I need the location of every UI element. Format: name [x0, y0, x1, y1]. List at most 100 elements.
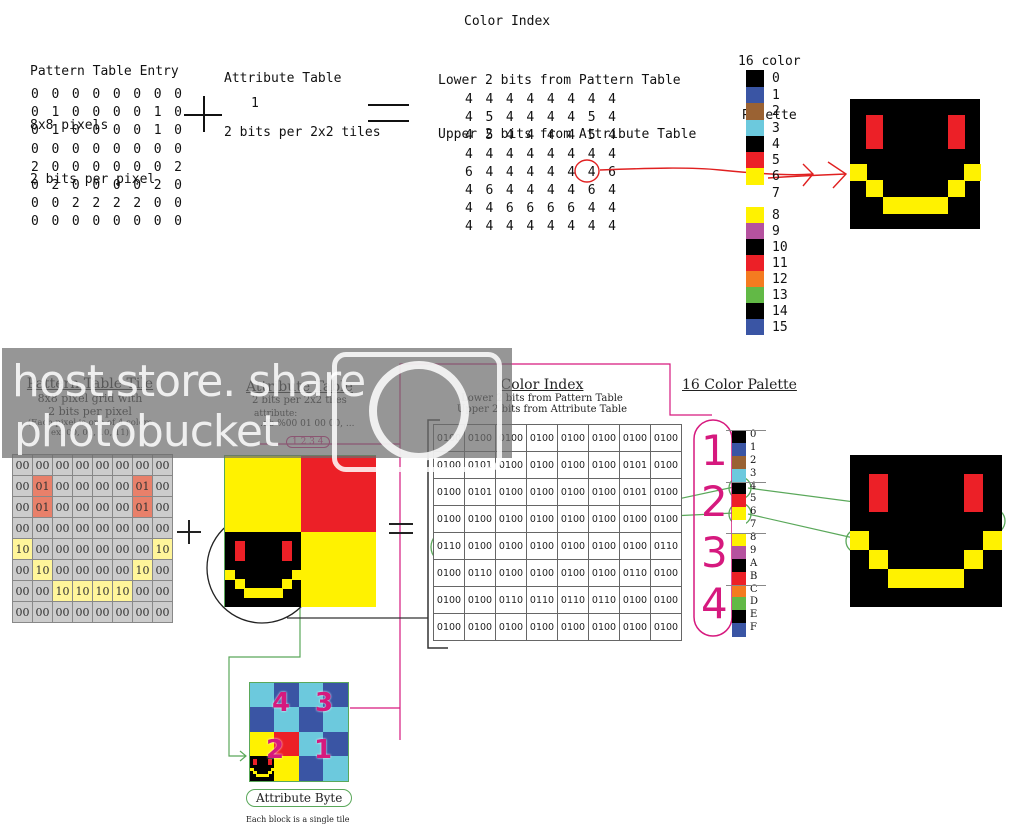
color-index-cell: 0100: [650, 613, 682, 641]
face-pixel: [263, 588, 273, 599]
face-pixel: [964, 474, 983, 493]
palette-index-label: A: [750, 557, 758, 569]
pattern-tile-cell: 01: [32, 475, 53, 497]
attribute-byte-block-number: 1: [314, 735, 333, 765]
pattern-tile-cell: 00: [72, 517, 93, 539]
pattern-tile-cell: 10: [112, 580, 133, 602]
palette-swatch: [732, 584, 746, 598]
palette-swatch: [732, 507, 746, 521]
palette-swatch: [732, 610, 746, 624]
camera-icon: [332, 352, 502, 472]
face-pixel: [253, 588, 264, 599]
palette-group-number: 4: [701, 579, 728, 628]
pattern-tile-cell: 00: [112, 517, 133, 539]
color-index-cell: 0100: [526, 478, 558, 506]
pattern-tile-cell: 00: [32, 538, 53, 560]
palette-swatch: [732, 558, 746, 573]
watermark-overlay: host.store. share photobucket: [2, 348, 512, 472]
plus-symbol: [177, 520, 201, 544]
color-index-cell: 0100: [588, 559, 620, 587]
palette-swatch: [732, 597, 746, 611]
pattern-tile-cell: 01: [32, 496, 53, 518]
face-pixel: [869, 550, 888, 569]
pattern-tile-cell: 00: [12, 517, 33, 539]
color-index-cell: 0100: [557, 451, 589, 479]
palette-strip: 0123456789ABCDEF: [726, 429, 772, 637]
color-index-cell: 0100: [464, 586, 496, 614]
color-index-cell: 0100: [464, 613, 496, 641]
palette-swatch: [732, 481, 746, 495]
face-pixel: [983, 531, 1002, 550]
palette-swatch: [732, 455, 746, 470]
pattern-tile-cell: 00: [72, 601, 93, 623]
color-index-row: 01000100010001000100010001000100: [433, 505, 682, 533]
palette-swatch: [732, 623, 746, 637]
pattern-tile-cell: 10: [152, 538, 173, 560]
palette-group-numbers: 1234: [694, 420, 732, 636]
pattern-tile-cell: 00: [112, 538, 133, 560]
pattern-tile-cell: 00: [12, 496, 33, 518]
color-index-cell: 0100: [619, 424, 651, 452]
pattern-tile-cell: 00: [12, 601, 33, 623]
palette-group-divider: [726, 430, 766, 431]
color-index-cell: 0100: [557, 559, 589, 587]
face-pixel: [964, 550, 983, 569]
palette-swatch: [732, 545, 746, 560]
face-pixel: [907, 569, 926, 588]
pattern-tile-cell: 00: [132, 517, 153, 539]
palette-swatch: [732, 468, 746, 482]
palette-index-label: B: [750, 570, 758, 582]
color-index-cell: 0100: [433, 559, 465, 587]
face-pixel: [850, 531, 869, 550]
color-index-cell: 0100: [588, 478, 620, 506]
pattern-tile-row: 00 10 00 00 00 00 10 00: [12, 559, 173, 581]
pattern-tile-cell: 10: [12, 538, 33, 560]
face-pixel: [869, 474, 888, 493]
face-pixel: [272, 588, 283, 599]
color-index-cell: 0100: [526, 613, 558, 641]
color-index-cell: 0100: [495, 613, 527, 641]
color-index-cell: 0110: [495, 586, 527, 614]
palette-swatch: [732, 494, 746, 508]
color-index-cell: 0100: [526, 559, 558, 587]
pattern-tile-cell: 00: [112, 475, 133, 497]
pattern-tile-cell: 00: [92, 496, 113, 518]
color-index-cell: 0100: [557, 505, 589, 533]
face-pixel: [282, 550, 292, 561]
pattern-tile-cell: 10: [32, 559, 53, 581]
color-index-cell: 0100: [588, 532, 620, 560]
pattern-tile-row: 00 00 00 00 00 00 00 00: [12, 517, 173, 539]
attribute-byte-block-number: 4: [272, 688, 291, 718]
pattern-tile-cell: 00: [92, 538, 113, 560]
pattern-tile-cell: 00: [32, 601, 53, 623]
pattern-tile-cell: 10: [72, 580, 93, 602]
pattern-tile-cell: 00: [152, 517, 173, 539]
pattern-tile-row: 00 00 00 00 00 00 00 00: [12, 601, 173, 623]
color-index-cell: 0100: [619, 613, 651, 641]
palette-index-label: 7: [750, 519, 757, 531]
palette-heading: 16 Color Palette: [682, 377, 797, 393]
color-index-cell: 0100: [495, 532, 527, 560]
color-index-cell: 0100: [495, 559, 527, 587]
pattern-tile-cell: 00: [152, 475, 173, 497]
color-index-cell: 0100: [526, 532, 558, 560]
face-pixel: [271, 767, 275, 772]
color-index-cell: 0101: [619, 478, 651, 506]
color-index-cell: 0100: [650, 478, 682, 506]
palette-index-label: 9: [750, 544, 757, 556]
color-index-cell: 0100: [433, 586, 465, 614]
color-index-cell: 0100: [557, 532, 589, 560]
color-index-cell: 0100: [557, 478, 589, 506]
color-index-cell: 0100: [464, 532, 496, 560]
palette-swatch: [732, 442, 746, 457]
palette-group-number: 2: [701, 477, 728, 526]
palette-index-label: F: [750, 622, 757, 634]
pattern-tile-cell: 00: [92, 517, 113, 539]
palette-index-label: D: [750, 596, 759, 608]
face-pixel: [964, 493, 983, 512]
pattern-tile-cell: 01: [132, 496, 153, 518]
color-index-cell: 0100: [495, 505, 527, 533]
palette-index-label: E: [750, 609, 758, 621]
color-index-row: 01000100010001000100010001000100: [433, 613, 682, 641]
watermark-text: photobucket: [14, 406, 279, 457]
